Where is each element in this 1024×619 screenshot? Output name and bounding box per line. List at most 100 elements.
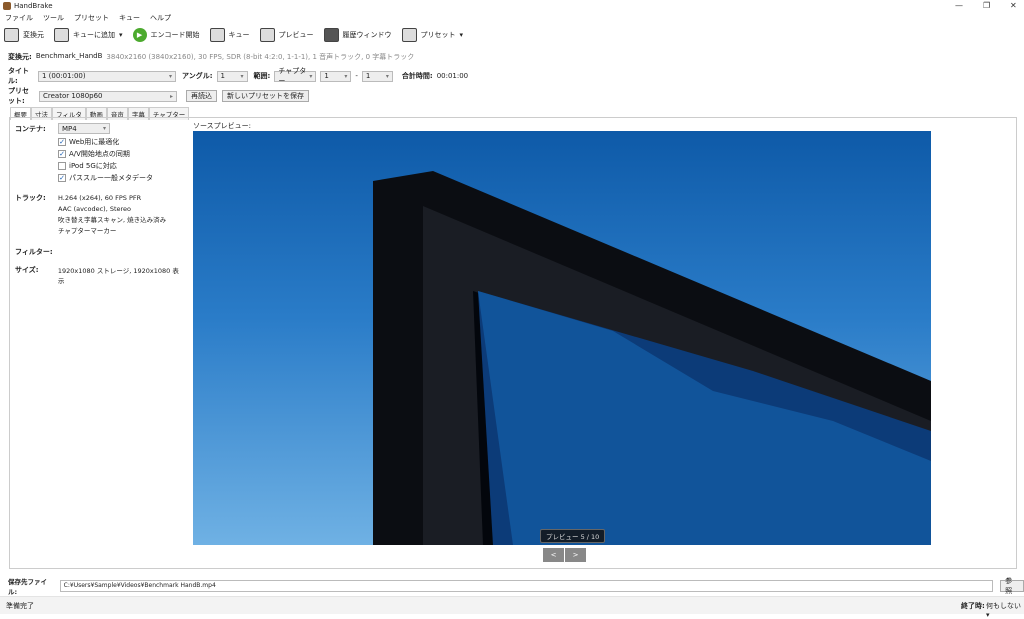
source-label: 変換元: [23, 31, 44, 39]
preview-icon: [259, 28, 275, 42]
activity-log-icon: [323, 28, 339, 42]
container-label: コンテナ:: [15, 124, 46, 133]
ipod-5g-checkbox[interactable]: iPod 5Gに対応: [58, 160, 185, 172]
reload-button[interactable]: 再読込: [186, 90, 217, 102]
add-queue-button[interactable]: キューに追加 ▾: [54, 28, 123, 42]
title-bar: HandBrake — ❐ ✕: [0, 0, 1024, 12]
duration-value: 00:01:00: [436, 72, 469, 80]
preview-button[interactable]: プレビュー: [259, 28, 314, 42]
chevron-down-icon: ▾: [344, 72, 348, 80]
source-info: 変換元: Benchmark_HandB 3840x2160 (3840x216…: [8, 52, 414, 62]
web-optimize-label: Web用に最適化: [69, 138, 120, 146]
chevron-down-icon: ▾: [309, 72, 313, 80]
container-value: MP4: [62, 124, 77, 133]
close-icon[interactable]: ✕: [1010, 1, 1017, 10]
track-chapters: チャプターマーカー: [58, 227, 117, 235]
play-icon: ▶: [132, 28, 147, 42]
queue-label: キュー: [228, 31, 250, 39]
menu-help[interactable]: ヘルプ: [150, 13, 171, 23]
angle-select[interactable]: 1 ▾: [216, 70, 248, 82]
destination-input[interactable]: C:¥Users¥Sample¥Videos¥Benchmark HandB.m…: [59, 580, 994, 592]
start-encode-button[interactable]: ▶ エンコード開始: [132, 28, 200, 42]
title-select[interactable]: 1 (00:01:00) ▾: [38, 70, 176, 82]
range-type-value: チャプター: [278, 67, 307, 85]
window-title: HandBrake: [14, 2, 53, 10]
maximize-icon[interactable]: ❐: [983, 1, 990, 10]
checkmark-icon: ✓: [58, 138, 66, 146]
presets-button[interactable]: プリセット ▾: [401, 28, 464, 42]
tracks-label: トラック:: [15, 194, 46, 202]
add-queue-label: キューに追加: [73, 31, 115, 39]
preview-counter: プレビュー 5 / 10: [540, 529, 606, 543]
preview-label: プレビュー: [278, 31, 314, 39]
source-button[interactable]: 変換元: [4, 28, 44, 42]
size-value: 1920x1080 ストレージ, 1920x1080 表示: [57, 267, 179, 285]
range-end-value: 1: [365, 72, 371, 80]
chevron-down-icon: ▾: [986, 611, 990, 619]
status-bar: 準備完了 終了時: 何もしない▾: [0, 596, 1024, 619]
track-audio: AAC (avcodec), Stereo: [58, 205, 132, 213]
minimize-icon[interactable]: —: [955, 1, 963, 10]
range-start-value: 1: [324, 72, 329, 80]
title-row: タイトル: 1 (00:01:00) ▾ アングル: 1 ▾ 範囲: チャプター ▾ …: [8, 66, 468, 86]
chevron-down-icon[interactable]: ▾: [119, 31, 123, 39]
checkmark-icon: ✓: [58, 150, 66, 158]
av-align-label: A/V開始地点の同期: [69, 150, 130, 158]
menu-tools[interactable]: ツール: [43, 13, 64, 23]
start-label: エンコード開始: [150, 31, 200, 39]
angle-value: 1: [220, 72, 225, 80]
chevron-down-icon: ▾: [385, 72, 389, 80]
menu-queue[interactable]: キュー: [119, 13, 140, 23]
source-preview-label: ソースプレビュー:: [193, 122, 252, 130]
summary-settings: コンテナ: MP4 ▾ ✓ Web用に最適化 ✓ A/V開始地点の同期 iPod 5G…: [15, 123, 185, 285]
av-align-checkbox[interactable]: ✓ A/V開始地点の同期: [58, 148, 185, 160]
queue-button[interactable]: キュー: [209, 28, 250, 42]
film-icon: [4, 28, 19, 42]
range-start-select[interactable]: 1 ▾: [320, 70, 352, 82]
chevron-down-icon[interactable]: ▾: [460, 31, 464, 39]
source-name: Benchmark_HandB: [35, 52, 103, 60]
title-value: 1 (00:01:00): [42, 72, 86, 80]
when-done-label: 終了時:: [961, 602, 985, 610]
chevron-down-icon: ▾: [168, 72, 172, 80]
presets-icon: [401, 28, 417, 42]
menu-file[interactable]: ファイル: [5, 13, 33, 23]
next-preview-button[interactable]: >: [565, 548, 586, 562]
checkmark-icon: ✓: [58, 174, 66, 182]
title-label: タイトル:: [8, 67, 29, 85]
status-text: 準備完了: [6, 602, 34, 610]
range-label: 範囲:: [253, 72, 271, 80]
angle-label: アングル:: [182, 72, 213, 80]
web-optimize-checkbox[interactable]: ✓ Web用に最適化: [58, 136, 185, 148]
add-queue-icon: [54, 28, 69, 42]
source-preview-image: プレビュー 5 / 10: [193, 131, 931, 545]
save-new-preset-button[interactable]: 新しいプリセットを保存: [222, 90, 309, 102]
empty-checkbox-icon: [58, 162, 66, 170]
preview-scene: [373, 171, 931, 545]
activity-label: 履歴ウィンドウ: [342, 31, 392, 39]
previous-preview-button[interactable]: <: [543, 548, 564, 562]
activity-button[interactable]: 履歴ウィンドウ: [323, 28, 392, 42]
preview-nav: < >: [543, 548, 586, 562]
queue-icon: [209, 28, 225, 42]
container-select[interactable]: MP4 ▾: [58, 123, 110, 134]
presets-label: プリセット: [420, 31, 456, 39]
range-end-select[interactable]: 1 ▾: [361, 70, 393, 82]
passthru-metadata-checkbox[interactable]: ✓ パススルー一般メタデータ: [58, 172, 185, 184]
destination-label: 保存先ファイル:: [8, 578, 47, 596]
when-done-value: 何もしない: [986, 602, 1021, 610]
preset-label: プリセット:: [8, 87, 29, 105]
size-label: サイズ:: [15, 266, 39, 274]
handbrake-logo-icon: [3, 2, 11, 10]
destination-row: 保存先ファイル: C:¥Users¥Sample¥Videos¥Benchmar…: [8, 576, 1024, 596]
browse-button[interactable]: 参照: [1000, 577, 1024, 595]
track-video: H.264 (x264), 60 FPS PFR: [58, 194, 142, 202]
source-details: 3840x2160 (3840x2160), 30 FPS, SDR (8-bi…: [106, 53, 415, 61]
menu-presets[interactable]: プリセット: [74, 13, 109, 23]
preset-select[interactable]: Creator 1080p60 ▸: [39, 90, 177, 102]
chevron-down-icon: ▾: [102, 125, 106, 132]
source-info-label: 変換元:: [8, 53, 32, 61]
range-type-select[interactable]: チャプター ▾: [274, 67, 317, 85]
chevron-down-icon: ▾: [240, 72, 244, 80]
when-done-select[interactable]: 何もしない▾: [986, 601, 1024, 619]
